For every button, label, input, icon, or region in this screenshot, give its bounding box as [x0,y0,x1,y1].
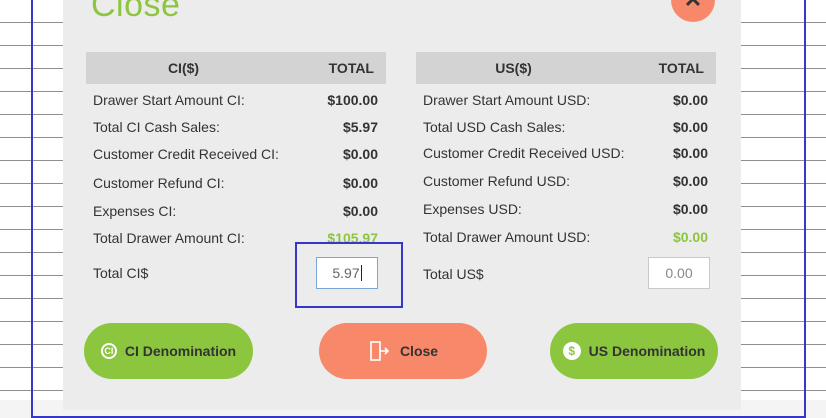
us-header-label: US($) [495,60,532,76]
ci-row: Customer Refund CI: $0.00 [93,175,378,191]
us-row-value: $0.00 [672,119,708,135]
ci-row: Drawer Start Amount CI: $100.00 [93,92,378,108]
us-row: Customer Credit Received USD: $0.00 [423,145,708,161]
us-row-label: Customer Credit Received USD: [423,145,625,161]
ci-coin-icon: CI [100,343,117,359]
us-row-value: $0.00 [672,201,708,217]
us-row: Drawer Start Amount USD: $0.00 [423,92,708,108]
us-row: Total Drawer Amount USD: $0.00 [423,229,708,245]
us-row-value: $0.00 [672,145,708,161]
ci-row-label: Total CI Cash Sales: [93,119,220,135]
ci-table: CI($) TOTAL [86,52,386,84]
ci-row-label: Drawer Start Amount CI: [93,92,245,108]
ci-row: Expenses CI: $0.00 [93,203,378,219]
ci-row: Customer Credit Received CI: $0.00 [93,146,378,162]
ci-row-value: $5.97 [342,119,378,135]
ci-total-label: Total CI$ [93,265,149,281]
ci-row-label: Customer Credit Received CI: [93,146,279,162]
us-denomination-label: US Denomination [588,343,706,359]
ci-denomination-button[interactable]: CI CI Denomination [84,323,253,379]
ci-row-label: Customer Refund CI: [93,175,225,191]
us-header-total: TOTAL [658,60,704,76]
ci-row-value: $100.00 [327,92,378,108]
us-row-label: Total USD Cash Sales: [423,119,566,135]
ci-table-header: CI($) TOTAL [86,52,386,84]
dialog-title: Close [91,0,181,24]
dollar-icon: $ [562,342,581,360]
us-row: Total USD Cash Sales: $0.00 [423,119,708,135]
us-row-value: $0.00 [672,173,708,189]
ci-row-label: Total Drawer Amount CI: [93,230,245,246]
us-table: US($) TOTAL [416,52,716,84]
close-button[interactable]: Close [319,323,487,379]
us-table-header: US($) TOTAL [416,52,716,84]
ci-row-label: Expenses CI: [93,203,177,219]
us-row-label: Total Drawer Amount USD: [423,229,591,245]
us-row-label: Expenses USD: [423,201,522,217]
ci-denomination-label: CI Denomination [124,343,237,359]
us-total-input[interactable]: 0.00 [648,257,710,289]
focus-highlight [295,242,403,308]
ci-row: Total CI Cash Sales: $5.97 [93,119,378,135]
us-row: Customer Refund USD: $0.00 [423,173,708,189]
us-row: Expenses USD: $0.00 [423,201,708,217]
us-row-label: Customer Refund USD: [423,173,571,189]
us-total-label: Total US$ [423,266,484,282]
ci-header-total: TOTAL [328,60,374,76]
ci-row-value: $0.00 [342,203,378,219]
ci-header-label: CI($) [167,60,200,76]
close-button-label: Close [399,343,439,359]
us-row-label: Drawer Start Amount USD: [423,92,591,108]
ci-row-value: $0.00 [342,146,378,162]
exit-door-icon [368,340,390,362]
ci-row-value: $0.00 [342,175,378,191]
us-total-input-placeholder: 0.00 [665,265,693,281]
us-row-value: $0.00 [672,92,708,108]
us-row-value: $0.00 [672,229,708,245]
us-denomination-button[interactable]: $ US Denomination [550,323,718,379]
